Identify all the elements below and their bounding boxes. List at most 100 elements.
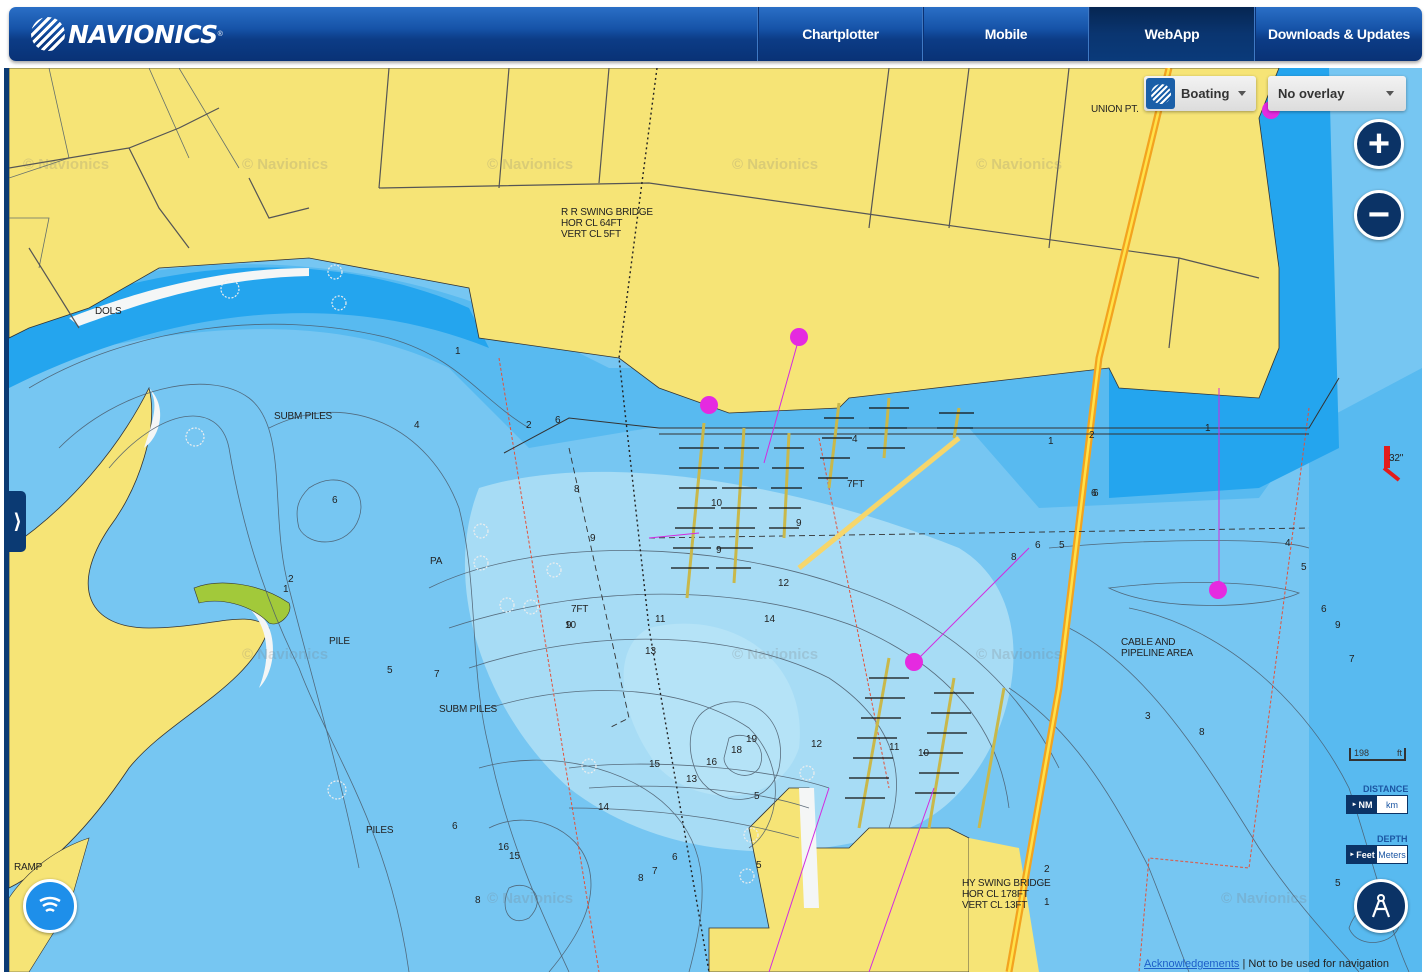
watermark: © Navionics <box>976 646 1063 663</box>
zoom-in-button[interactable]: + <box>1354 119 1404 169</box>
depth-sounding: 5 <box>387 665 393 676</box>
depth-sounding: 11 <box>655 614 666 625</box>
feature-label: DOLS <box>95 306 122 317</box>
area-label: CABLE AND PIPELINE AREA <box>1121 637 1193 659</box>
depth-sounding: 10 <box>918 748 930 759</box>
vegetation-island <box>193 582 291 625</box>
depth-sounding: 6 <box>1093 488 1099 499</box>
depth-sounding: 5 <box>754 791 760 802</box>
depth-sounding: 1 <box>283 584 289 595</box>
depth-sounding: 4 <box>414 420 420 431</box>
depth-sounding: 7 <box>1349 654 1355 665</box>
depth-sounding: 9 <box>796 518 802 529</box>
watermark: © Navionics <box>242 646 329 663</box>
depth-sounding: 9 <box>1335 620 1341 631</box>
place-label: UNION PT. <box>1091 104 1139 115</box>
feature-label: PILES <box>366 825 394 836</box>
current-label: 32" <box>1389 453 1404 464</box>
depth-sounding: 15 <box>509 851 521 862</box>
nav-tab-mobile[interactable]: Mobile <box>922 7 1089 61</box>
watermark: © Navionics <box>23 156 110 173</box>
depth-unit-toggle: ► Feet Meters <box>1346 845 1408 864</box>
depth-sounding: 5 <box>1059 540 1065 551</box>
option-label: Feet <box>1356 849 1375 860</box>
navionics-logo[interactable]: NAVIONICS ® <box>31 17 223 51</box>
chevron-down-icon <box>1238 91 1246 96</box>
depth-sounding: 16 <box>706 757 718 768</box>
depth-sounding: 7 <box>434 669 440 680</box>
nav-tab-label: Downloads & Updates <box>1267 26 1411 42</box>
distance-nm-option[interactable]: ► NM <box>1347 796 1377 813</box>
depth-sounding: 2 <box>288 574 294 585</box>
depth-sounding: 6 <box>1035 540 1041 551</box>
depth-label: 7FT <box>571 604 589 615</box>
nav-tab-label: WebApp <box>1144 26 1200 42</box>
watermark: © Navionics <box>487 890 574 907</box>
bridge-label: R R SWING BRIDGE HOR CL 64FT VERT CL 5FT <box>561 207 653 240</box>
depth-sounding: 1 <box>1048 436 1054 447</box>
minus-icon: − <box>1367 193 1391 236</box>
depth-sounding: 8 <box>574 484 580 495</box>
logo-registered-mark: ® <box>217 30 223 38</box>
navigation-disclaimer: Not to be used for navigation <box>1248 958 1390 970</box>
nautical-chart-map[interactable]: © Navionics © Navionics © Navionics © Na… <box>9 68 1422 972</box>
navionics-logo-icon <box>31 17 65 51</box>
watermark: © Navionics <box>1221 890 1308 907</box>
depth-unit-title: DEPTH <box>1377 834 1408 844</box>
chart-mode-dropdown[interactable]: Boating <box>1144 76 1256 111</box>
depth-sounding: 12 <box>811 739 823 750</box>
depth-sounding: 2 <box>1044 864 1050 875</box>
watermark: © Navionics <box>976 156 1063 173</box>
nav-tab-label: Mobile <box>984 26 1028 42</box>
nav-tab-label: Chartplotter <box>802 26 879 42</box>
depth-sounding: 14 <box>598 802 610 813</box>
zoom-out-button[interactable]: − <box>1354 190 1404 240</box>
depth-sounding: 15 <box>649 759 661 770</box>
sonar-charts-button[interactable] <box>23 879 77 933</box>
selected-marker-icon: ► <box>1349 851 1356 858</box>
depth-sounding: 19 <box>746 734 758 745</box>
depth-sounding: 13 <box>686 774 698 785</box>
watermark: © Navionics <box>242 156 329 173</box>
nav-tab-chartplotter[interactable]: Chartplotter <box>757 7 923 61</box>
depth-sounding: 1 <box>455 346 461 357</box>
plus-icon: + <box>1367 122 1391 165</box>
feature-label: SUBM PILES <box>274 411 333 422</box>
distance-km-option[interactable]: km <box>1377 796 1407 813</box>
feature-label: PILE <box>329 636 350 647</box>
depth-sounding: 2 <box>1089 430 1095 441</box>
depth-sounding: 11 <box>889 742 900 753</box>
feature-label: SUBM PILES <box>439 704 498 715</box>
compass-divider-icon <box>1371 894 1391 918</box>
measure-distance-button[interactable] <box>1354 879 1408 933</box>
map-footer: Acknowledgements | Not to be used for na… <box>1144 958 1389 970</box>
feature-label: PA <box>430 556 443 567</box>
overlay-dropdown[interactable]: No overlay <box>1268 76 1406 111</box>
depth-label: 7FT <box>847 479 865 490</box>
depth-sounding: 3 <box>1145 711 1151 722</box>
depth-meters-option[interactable]: Meters <box>1377 846 1407 863</box>
chevron-right-icon: ⟩ <box>13 511 22 533</box>
depth-sounding: 9 <box>590 533 596 544</box>
chart-canvas <box>9 68 1422 972</box>
land-area <box>9 386 270 889</box>
depth-sounding: 8 <box>638 873 644 884</box>
acknowledgements-link[interactable]: Acknowledgements <box>1144 958 1239 970</box>
depth-sounding: 2 <box>526 420 532 431</box>
depth-sounding: 6 <box>555 415 561 426</box>
sonar-waves-icon <box>39 896 61 913</box>
nav-tab-downloads-updates[interactable]: Downloads & Updates <box>1254 7 1422 61</box>
depth-sounding: 6 <box>332 495 338 506</box>
distance-unit-title: DISTANCE <box>1363 784 1409 794</box>
depth-sounding: 1 <box>1205 423 1211 434</box>
depth-feet-option[interactable]: ► Feet <box>1347 846 1377 863</box>
navionics-boating-icon <box>1146 78 1175 109</box>
nav-tab-webapp[interactable]: WebApp <box>1088 7 1255 61</box>
depth-sounding: 4 <box>852 434 858 445</box>
bridge-label: HY SWING BRIDGE HOR CL 178FT VERT CL 13F… <box>962 878 1051 911</box>
side-panel-toggle[interactable]: ⟩ <box>9 491 26 552</box>
depth-sounding: 7 <box>652 866 658 877</box>
depth-sounding: 10 <box>711 498 723 509</box>
land-area <box>9 68 1280 414</box>
scale-value: 198 <box>1354 748 1370 758</box>
